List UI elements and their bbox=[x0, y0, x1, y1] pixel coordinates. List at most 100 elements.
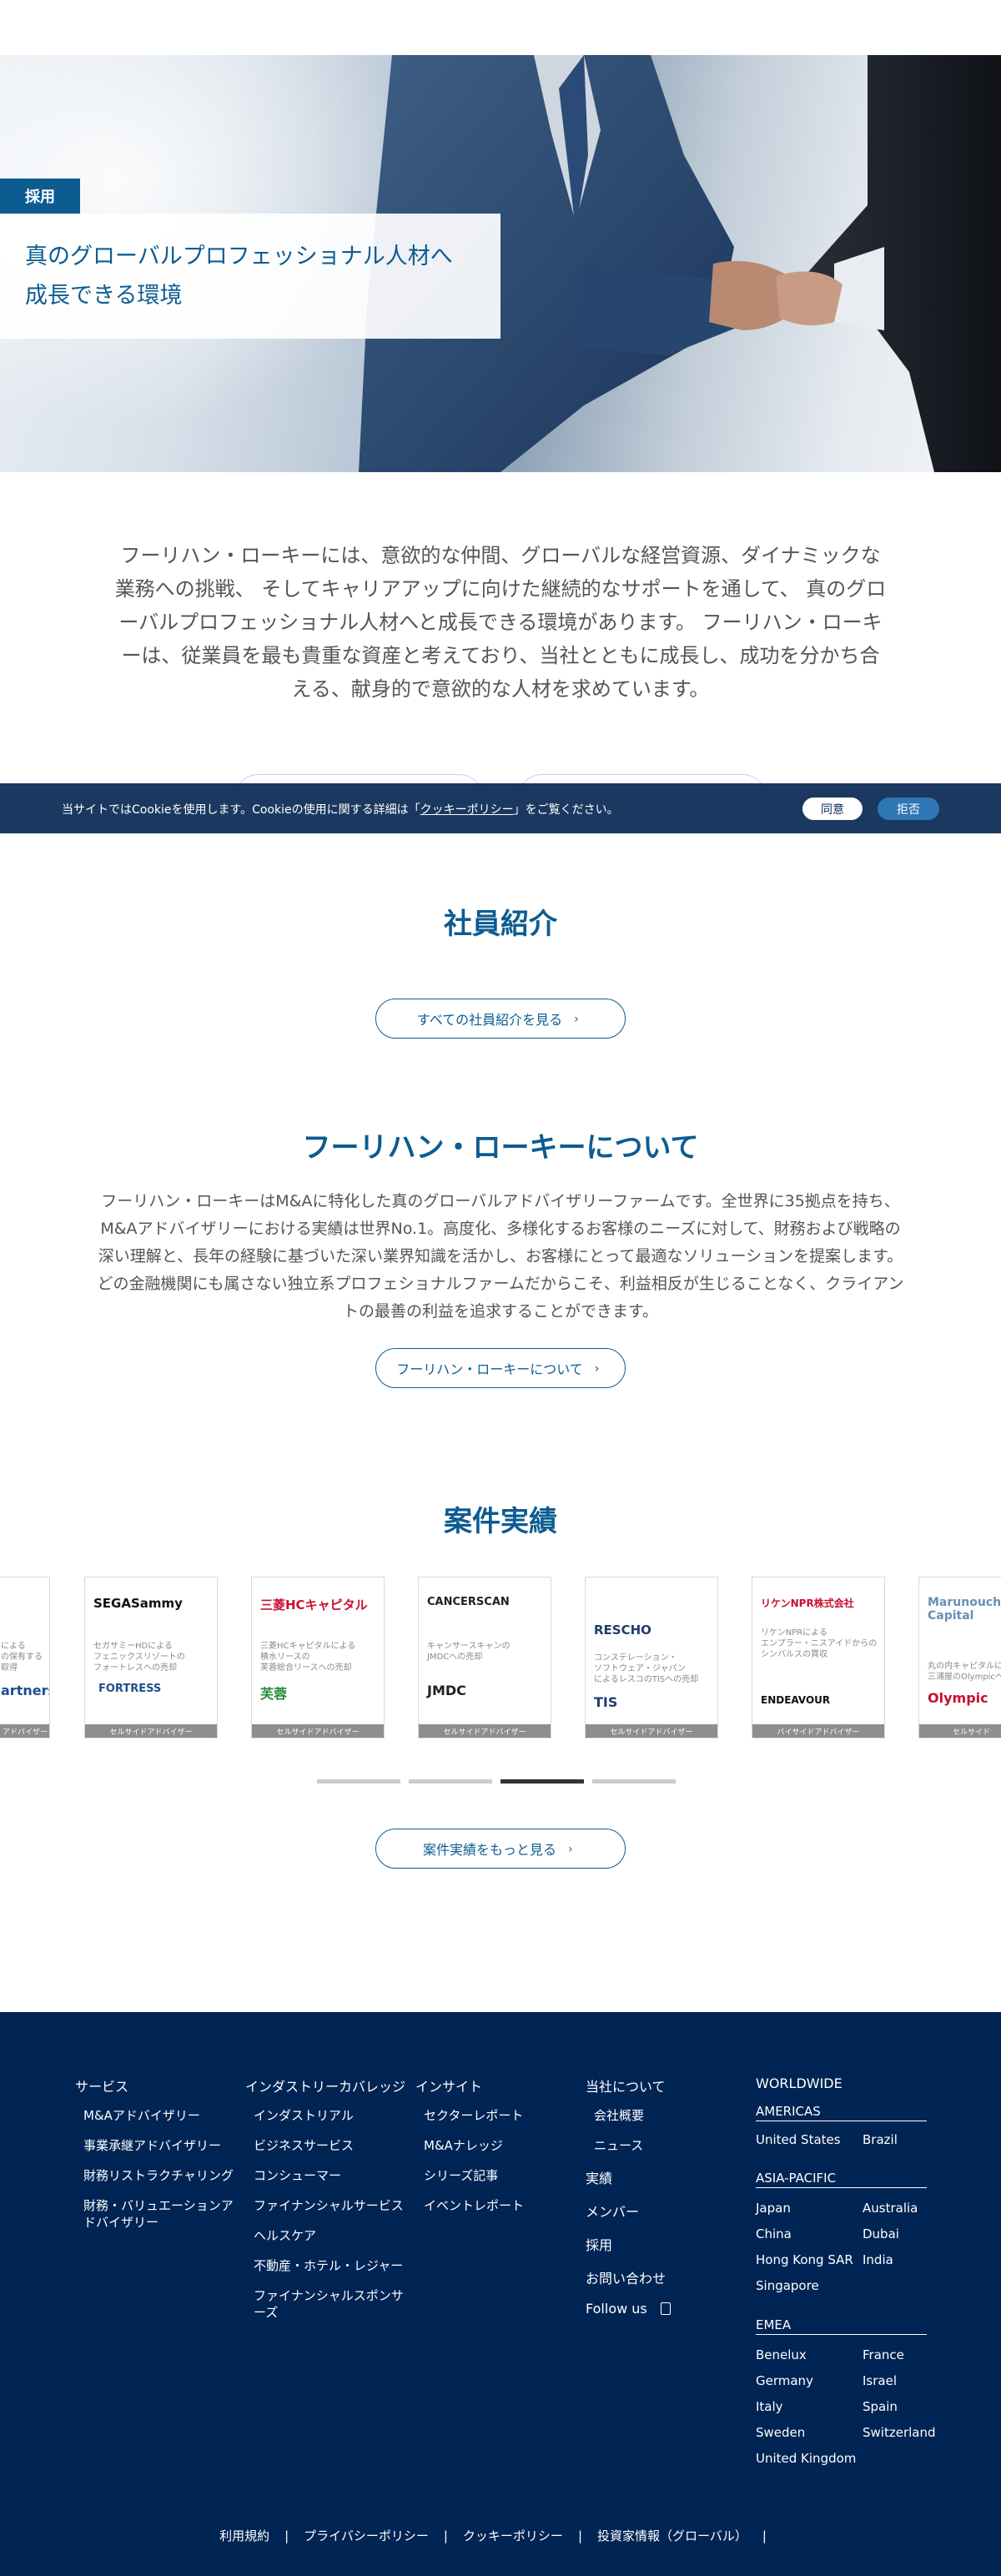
footer-services: サービス M&Aアドバイザリー 事業承継アドバイザリー 財務リストラクチャリング… bbox=[75, 2075, 242, 2244]
about-line: トの最善の利益を追求することができます。 bbox=[342, 1302, 659, 1321]
office-link[interactable]: Singapore bbox=[756, 2278, 819, 2293]
footer-link[interactable]: イベントレポート bbox=[415, 2197, 574, 2214]
carousel-dot[interactable] bbox=[317, 1779, 400, 1784]
deal-card[interactable]: Marunouchi Capital 丸の内キャピタルによる三浦屋のOlympi… bbox=[918, 1577, 1001, 1738]
follow-us: Follow us bbox=[586, 2301, 736, 2317]
deal-card[interactable]: RESCHO コンステレーション・ ソフトウェア・ジャパン によるレスコのTISへの… bbox=[585, 1577, 718, 1738]
about-company-label: フーリハン・ローキーについて bbox=[396, 1361, 583, 1377]
deal-card[interactable]: リケンNPR株式会社 リケンNPRによる エンプラー・ニスアイドからの シンバルスの… bbox=[752, 1577, 885, 1738]
office-link[interactable]: India bbox=[863, 2252, 893, 2267]
office-link[interactable]: Japan bbox=[756, 2201, 791, 2216]
linkedin-icon[interactable] bbox=[660, 2302, 671, 2315]
office-link[interactable]: China bbox=[756, 2226, 792, 2241]
footer-link-deals[interactable]: 実績 bbox=[586, 2167, 736, 2187]
footer-link-contact[interactable]: お問い合わせ bbox=[586, 2267, 736, 2287]
about-text: フーリハン・ローキーはM&Aに特化した真のグローバルアドバイザリーファームです。… bbox=[73, 1188, 928, 1326]
office-link[interactable]: Germany bbox=[756, 2373, 813, 2388]
region-emea: EMEA bbox=[756, 2317, 927, 2335]
footer-link[interactable]: M&Aナレッジ bbox=[415, 2137, 574, 2154]
footer-link-careers[interactable]: 採用 bbox=[586, 2234, 736, 2254]
deal-card[interactable]: SEGASammy セガサミーHDによる フェニックスリゾートの フォートレスへの売… bbox=[84, 1577, 218, 1738]
office-link[interactable]: Benelux bbox=[756, 2347, 807, 2362]
cookie-policy-footer-link[interactable]: クッキーポリシー bbox=[463, 2528, 563, 2543]
more-deals-button[interactable]: 案件実績をもっと見る › bbox=[375, 1829, 626, 1869]
intro-text: フーリハン・ローキーには、意欲的な仲間、グローバルな経営資源、ダイナミックな 業… bbox=[100, 539, 901, 706]
carousel-pagination bbox=[0, 1779, 1001, 1784]
cookie-consent-bar: 当サイトではCookieを使用します。Cookieの使用に関する詳細は「クッキー… bbox=[0, 783, 1001, 833]
about-section-title: フーリハン・ローキーについて bbox=[302, 1131, 699, 1165]
intro-line: ーは、従業員を最も貴重な資産と考えており、当社とともに成長し、成功を分かち合 bbox=[121, 644, 880, 667]
deals-carousel[interactable]: によるの保有する取得 artners アドバイザー SEGASammy セガサミ… bbox=[0, 1577, 1001, 1738]
staff-section-title: 社員紹介 bbox=[444, 908, 557, 941]
arrow-right-icon: › bbox=[568, 1843, 573, 1856]
footer-link[interactable]: 財務リストラクチャリング bbox=[75, 2167, 242, 2184]
cookie-policy-link[interactable]: クッキーポリシー bbox=[420, 803, 514, 817]
office-link[interactable]: Dubai bbox=[863, 2226, 899, 2241]
office-link[interactable]: Spain bbox=[863, 2399, 898, 2414]
footer-link[interactable]: ヘルスケア bbox=[245, 2227, 412, 2244]
office-link[interactable]: Hong Kong SAR bbox=[756, 2252, 853, 2267]
deal-card[interactable]: CANCERSCAN キャンサースキャンの JMDCへの売却 JMDC セルサイド… bbox=[418, 1577, 551, 1738]
footer-heading-insights[interactable]: インサイト bbox=[415, 2075, 574, 2096]
intro-line: 業務への挑戦、 そしてキャリアアップに向けた継続的なサポートを通して、 真のグロ bbox=[114, 577, 887, 601]
office-link[interactable]: United Kingdom bbox=[756, 2451, 856, 2466]
office-link[interactable]: Sweden bbox=[756, 2425, 805, 2440]
footer-heading-industries[interactable]: インダストリーカバレッジ bbox=[245, 2075, 412, 2096]
footer-link[interactable]: ファイナンシャルスポンサーズ bbox=[245, 2287, 412, 2321]
office-link[interactable]: France bbox=[863, 2347, 904, 2362]
region-americas: AMERICAS bbox=[756, 2104, 927, 2121]
cookie-agree-button[interactable]: 同意 bbox=[802, 797, 863, 820]
footer-link[interactable]: ニュース bbox=[586, 2137, 736, 2154]
carousel-dot[interactable] bbox=[409, 1779, 492, 1784]
footer-link[interactable]: セクターレポート bbox=[415, 2107, 574, 2124]
arrow-right-icon: › bbox=[574, 1013, 579, 1026]
footer-insights: インサイト セクターレポート M&Aナレッジ シリーズ記事 イベントレポート bbox=[415, 2075, 574, 2227]
hero-title-line: 成長できる環境 bbox=[25, 283, 183, 309]
cookie-reject-button[interactable]: 拒否 bbox=[878, 797, 939, 820]
intro-line: ーバルプロフェッショナル人材へと成長できる環境があります。 フーリハン・ローキ bbox=[118, 611, 883, 634]
footer-link[interactable]: 事業承継アドバイザリー bbox=[75, 2137, 242, 2154]
cookie-message: 当サイトではCookieを使用します。Cookieの使用に関する詳細は「クッキー… bbox=[62, 803, 619, 817]
footer-link[interactable]: インダストリアル bbox=[245, 2107, 412, 2124]
intro-line: フーリハン・ローキーには、意欲的な仲間、グローバルな経営資源、ダイナミックな bbox=[120, 544, 881, 567]
about-line: M&Aアドバイザリーにおける実績は世界No.1。高度化、多様化するお客様のニーズ… bbox=[100, 1220, 901, 1238]
terms-link[interactable]: 利用規約 bbox=[219, 2528, 269, 2543]
view-all-staff-button[interactable]: すべての社員紹介を見る › bbox=[375, 999, 626, 1039]
arrow-right-icon: › bbox=[594, 1362, 600, 1376]
footer-link[interactable]: 会社概要 bbox=[586, 2107, 736, 2124]
footer-link[interactable]: M&Aアドバイザリー bbox=[75, 2107, 242, 2124]
office-link[interactable]: United States bbox=[756, 2132, 841, 2147]
carousel-dot-active[interactable] bbox=[500, 1779, 584, 1784]
privacy-link[interactable]: プライバシーポリシー bbox=[304, 2528, 429, 2543]
site-footer: サービス M&Aアドバイザリー 事業承継アドバイザリー 財務リストラクチャリング… bbox=[0, 2012, 1001, 2576]
more-deals-label: 案件実績をもっと見る bbox=[422, 1842, 556, 1858]
deal-card[interactable]: によるの保有する取得 artners アドバイザー bbox=[0, 1577, 50, 1738]
office-link[interactable]: Italy bbox=[756, 2399, 783, 2414]
intro-line: える、献身的で意欲的な人材を求めています。 bbox=[291, 677, 710, 701]
footer-link[interactable]: 不動産・ホテル・レジャー bbox=[245, 2257, 412, 2274]
hero-title-card: 真のグローバルプロフェッショナル人材へ 成長できる環境 bbox=[0, 214, 500, 339]
office-link[interactable]: Australia bbox=[863, 2201, 918, 2216]
office-link[interactable]: Israel bbox=[863, 2373, 897, 2388]
footer-link[interactable]: ビジネスサービス bbox=[245, 2137, 412, 2154]
footer-worldwide: WORLDWIDE AMERICAS United States Brazil … bbox=[756, 2075, 973, 2509]
about-company-button[interactable]: フーリハン・ローキーについて › bbox=[375, 1348, 626, 1388]
office-link[interactable]: Switzerland bbox=[863, 2425, 936, 2440]
footer-link-members[interactable]: メンバー bbox=[586, 2201, 736, 2221]
hero-banner: 採用 真のグローバルプロフェッショナル人材へ 成長できる環境 bbox=[0, 55, 1001, 472]
footer-industries: インダストリーカバレッジ インダストリアル ビジネスサービス コンシューマー フ… bbox=[245, 2075, 412, 2334]
deal-card[interactable]: 三菱HCキャピタル 三菱HCキャピタルによる 積水リースの 芙蓉総合リースへの売却 … bbox=[251, 1577, 385, 1738]
footer-heading-services[interactable]: サービス bbox=[75, 2075, 242, 2096]
investor-link[interactable]: 投資家情報（グローバル） bbox=[597, 2528, 747, 2543]
footer-link[interactable]: シリーズ記事 bbox=[415, 2167, 574, 2184]
worldwide-heading: WORLDWIDE bbox=[756, 2075, 843, 2091]
region-apac: ASIA-PACIFIC bbox=[756, 2171, 927, 2188]
footer-link[interactable]: コンシューマー bbox=[245, 2167, 412, 2184]
footer-link[interactable]: ファイナンシャルサービス bbox=[245, 2197, 412, 2214]
office-link[interactable]: Brazil bbox=[863, 2132, 898, 2147]
category-tag: 採用 bbox=[0, 179, 80, 214]
carousel-dot[interactable] bbox=[592, 1779, 676, 1784]
view-all-staff-label: すべての社員紹介を見る bbox=[416, 1012, 563, 1028]
footer-link[interactable]: 財務・バリュエーションアドバイザリー bbox=[75, 2197, 242, 2231]
footer-heading-company[interactable]: 当社について bbox=[586, 2075, 736, 2096]
